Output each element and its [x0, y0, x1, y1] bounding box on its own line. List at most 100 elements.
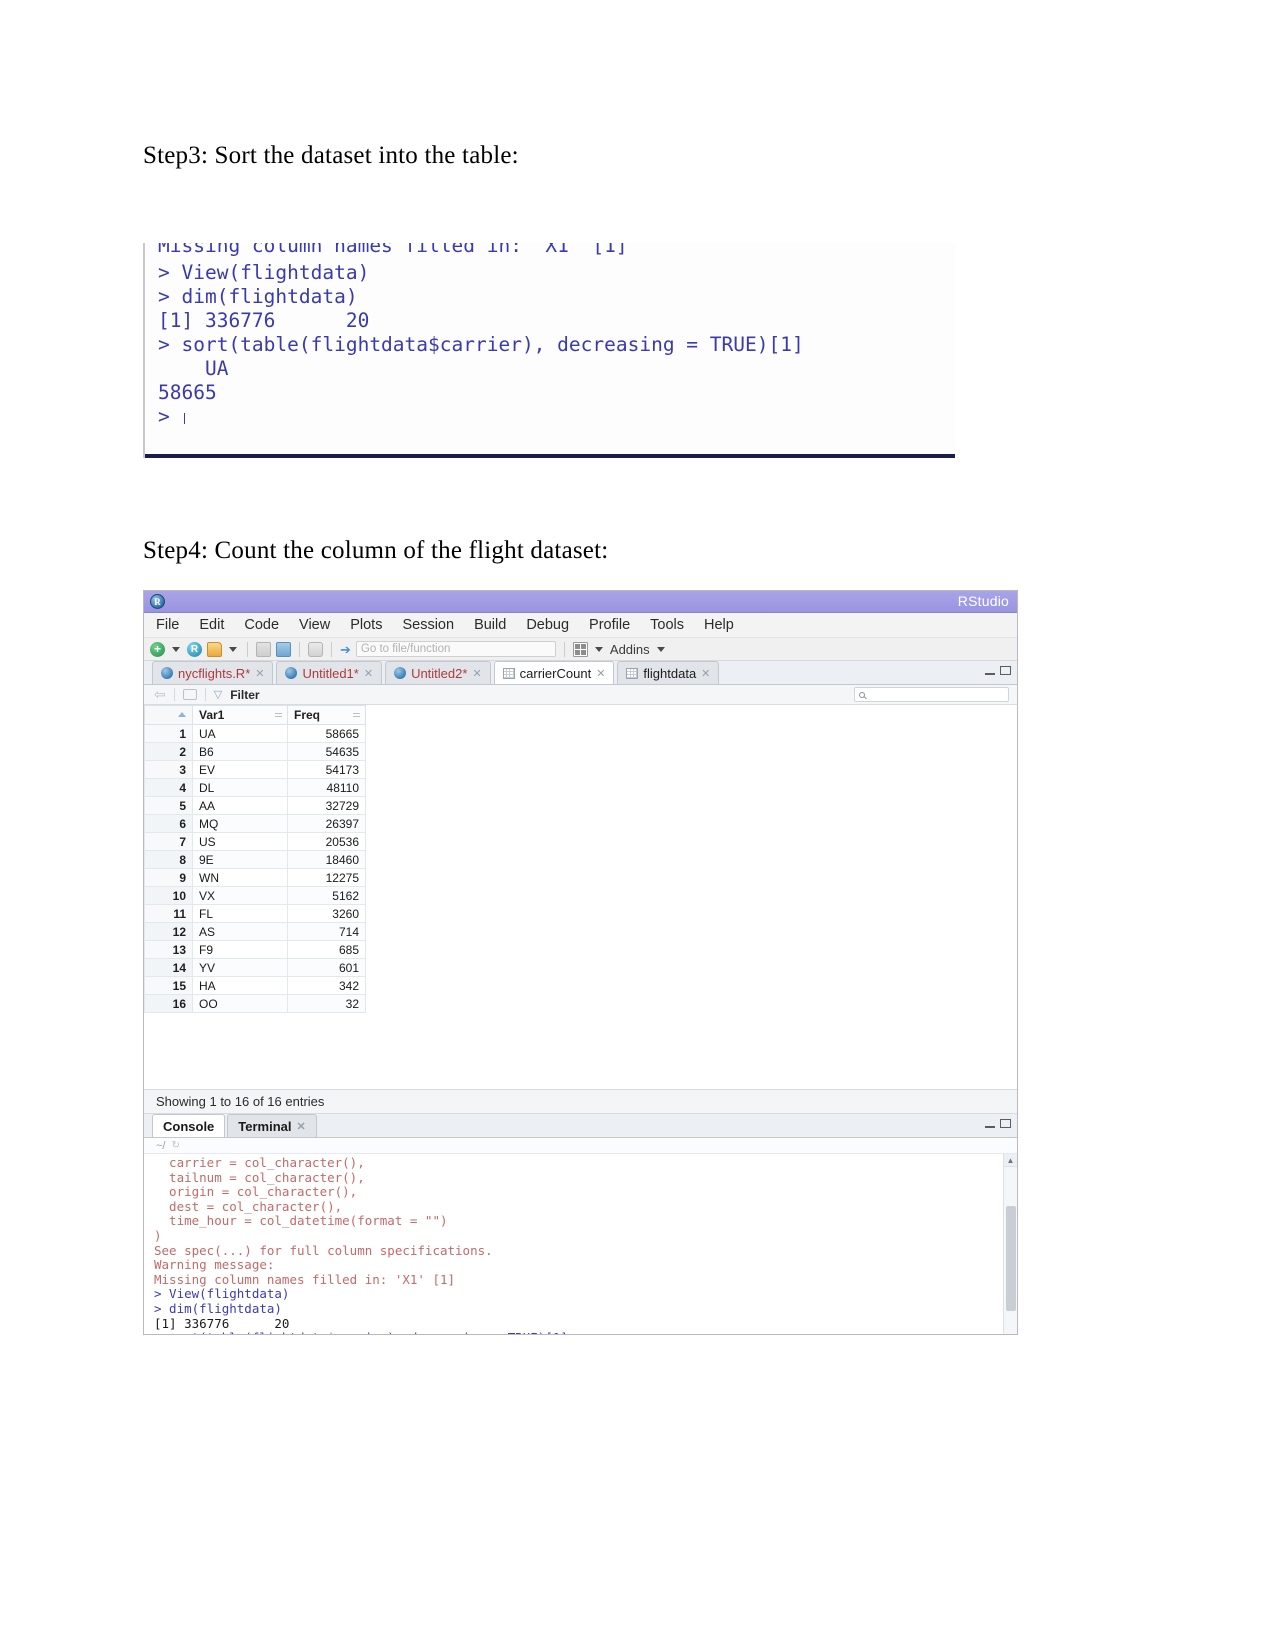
open-recent-chevron-down-icon[interactable] [229, 646, 237, 652]
tab-flightdata[interactable]: flightdata ✕ [617, 661, 720, 684]
console-line: [1] 336776 20 [154, 1315, 290, 1331]
panes-chevron-down-icon[interactable] [594, 646, 603, 652]
table-row[interactable]: 13 F9 685 [144, 940, 366, 959]
column-header-freq[interactable]: Freq [287, 705, 366, 725]
print-icon[interactable] [308, 641, 323, 657]
tab-console[interactable]: Console [152, 1114, 226, 1137]
tab-terminal[interactable]: Terminal ✕ [227, 1114, 317, 1137]
menu-profile[interactable]: Profile [589, 617, 630, 633]
tab-label: nycflights.R* [178, 665, 251, 681]
console-screenshot-step3: Missing column names filled in: 'X1' [1]… [143, 243, 955, 458]
console-line: carrier = col_character(), [154, 1155, 365, 1170]
menu-edit[interactable]: Edit [199, 617, 224, 633]
console-tab-bar: Console Terminal ✕ [144, 1114, 1017, 1138]
close-icon[interactable]: ✕ [701, 667, 710, 680]
table-row[interactable]: 10 VX 5162 [144, 886, 366, 905]
console-line: 58665 [158, 381, 217, 404]
table-row[interactable]: 8 9E 18460 [144, 850, 366, 869]
menu-help[interactable]: Help [704, 617, 734, 633]
scroll-up-arrow-icon[interactable]: ▲ [1004, 1154, 1017, 1167]
menu-view[interactable]: View [299, 617, 330, 633]
tab-untitled1[interactable]: Untitled1* ✕ [276, 661, 383, 684]
data-grid-icon [626, 667, 639, 679]
menu-tools[interactable]: Tools [650, 617, 684, 633]
row-index: 3 [144, 760, 193, 779]
table-row[interactable]: 4 DL 48110 [144, 778, 366, 797]
working-directory-path[interactable]: ~/ [156, 1140, 165, 1152]
row-index: 5 [144, 796, 193, 815]
table-row[interactable]: 7 US 20536 [144, 832, 366, 851]
minimize-icon[interactable] [985, 1125, 995, 1128]
close-icon[interactable]: ✕ [297, 1120, 306, 1133]
new-file-chevron-down-icon[interactable] [172, 646, 180, 652]
rstudio-logo-icon: R [150, 594, 165, 609]
workspace-panes-icon[interactable] [572, 641, 588, 657]
close-icon[interactable]: ✕ [255, 667, 264, 680]
table-row[interactable]: 14 YV 601 [144, 958, 366, 977]
menu-debug[interactable]: Debug [526, 617, 569, 633]
table-row[interactable]: 3 EV 54173 [144, 760, 366, 779]
addins-button[interactable]: Addins [610, 642, 650, 657]
cell-freq: 54635 [287, 742, 366, 761]
cell-var1: AS [192, 922, 288, 941]
filter-funnel-icon[interactable]: ▽ [214, 688, 222, 701]
close-icon[interactable]: ✕ [472, 667, 481, 680]
console-line: origin = col_character(), [154, 1184, 358, 1200]
console-output[interactable]: carrier = col_character(), tailnum = col… [144, 1154, 1017, 1334]
back-arrow-icon[interactable]: ⇦ [154, 686, 166, 703]
row-index: 7 [144, 832, 193, 851]
console-scrollbar[interactable]: ▲ ▼ [1003, 1154, 1017, 1334]
open-file-folder-icon[interactable] [207, 641, 222, 657]
menu-build[interactable]: Build [474, 617, 506, 633]
menu-session[interactable]: Session [402, 617, 454, 633]
column-header-var1[interactable]: Var1 [192, 705, 288, 725]
tab-nycflights-r[interactable]: nycflights.R* ✕ [152, 661, 274, 684]
goto-file-function-input[interactable]: Go to file/function [355, 641, 556, 657]
table-row[interactable]: 11 FL 3260 [144, 904, 366, 923]
minimize-icon[interactable] [985, 672, 995, 675]
menu-code[interactable]: Code [244, 617, 279, 633]
close-icon[interactable]: ✕ [364, 667, 373, 680]
open-in-new-window-icon[interactable] [182, 689, 197, 700]
cell-var1: WN [192, 868, 288, 887]
table-row[interactable]: 16 OO 32 [144, 994, 366, 1013]
close-icon[interactable]: ✕ [596, 667, 605, 680]
menu-plots[interactable]: Plots [350, 617, 382, 633]
screenshot-bottom-rule [145, 454, 955, 458]
save-icon[interactable] [256, 641, 271, 657]
new-file-icon[interactable]: + [150, 641, 165, 657]
cell-var1: FL [192, 904, 288, 923]
row-index: 4 [144, 778, 193, 797]
refresh-icon[interactable]: ↻ [171, 1140, 179, 1151]
table-row[interactable]: 2 B6 54635 [144, 742, 366, 761]
tab-label: carrierCount [519, 665, 592, 681]
table-row[interactable]: 9 WN 12275 [144, 868, 366, 887]
cell-var1: OO [192, 994, 288, 1013]
grid-status-text: Showing 1 to 16 of 16 entries [156, 1094, 325, 1109]
table-row[interactable]: 12 AS 714 [144, 922, 366, 941]
console-line: > View(flightdata) [158, 261, 370, 284]
table-header-row: Var1 Freq [144, 705, 366, 725]
tab-carriercount[interactable]: carrierCount ✕ [493, 661, 615, 684]
r-document-icon [394, 667, 407, 679]
scrollbar-thumb[interactable] [1006, 1206, 1016, 1311]
maximize-icon[interactable] [1000, 666, 1011, 675]
table-row[interactable]: 6 MQ 26397 [144, 814, 366, 833]
addins-chevron-down-icon[interactable] [656, 646, 665, 652]
data-search-input[interactable] [854, 687, 1009, 702]
text-cursor [184, 413, 186, 424]
save-all-icon[interactable] [276, 641, 291, 657]
sort-ascending-icon [178, 712, 186, 717]
filter-button-label[interactable]: Filter [230, 688, 259, 702]
tab-untitled2[interactable]: Untitled2* ✕ [385, 661, 491, 684]
table-row[interactable]: 1 UA 58665 [144, 724, 366, 743]
column-header-index[interactable] [144, 705, 193, 725]
menu-file[interactable]: File [156, 617, 179, 633]
table-row[interactable]: 5 AA 32729 [144, 796, 366, 815]
new-project-icon[interactable]: R [187, 641, 202, 657]
maximize-icon[interactable] [1000, 1119, 1011, 1128]
cell-freq: 714 [287, 922, 366, 941]
table-row[interactable]: 15 HA 342 [144, 976, 366, 995]
cell-freq: 342 [287, 976, 366, 995]
console-line: time_hour = col_datetime(format = "") [154, 1213, 448, 1229]
